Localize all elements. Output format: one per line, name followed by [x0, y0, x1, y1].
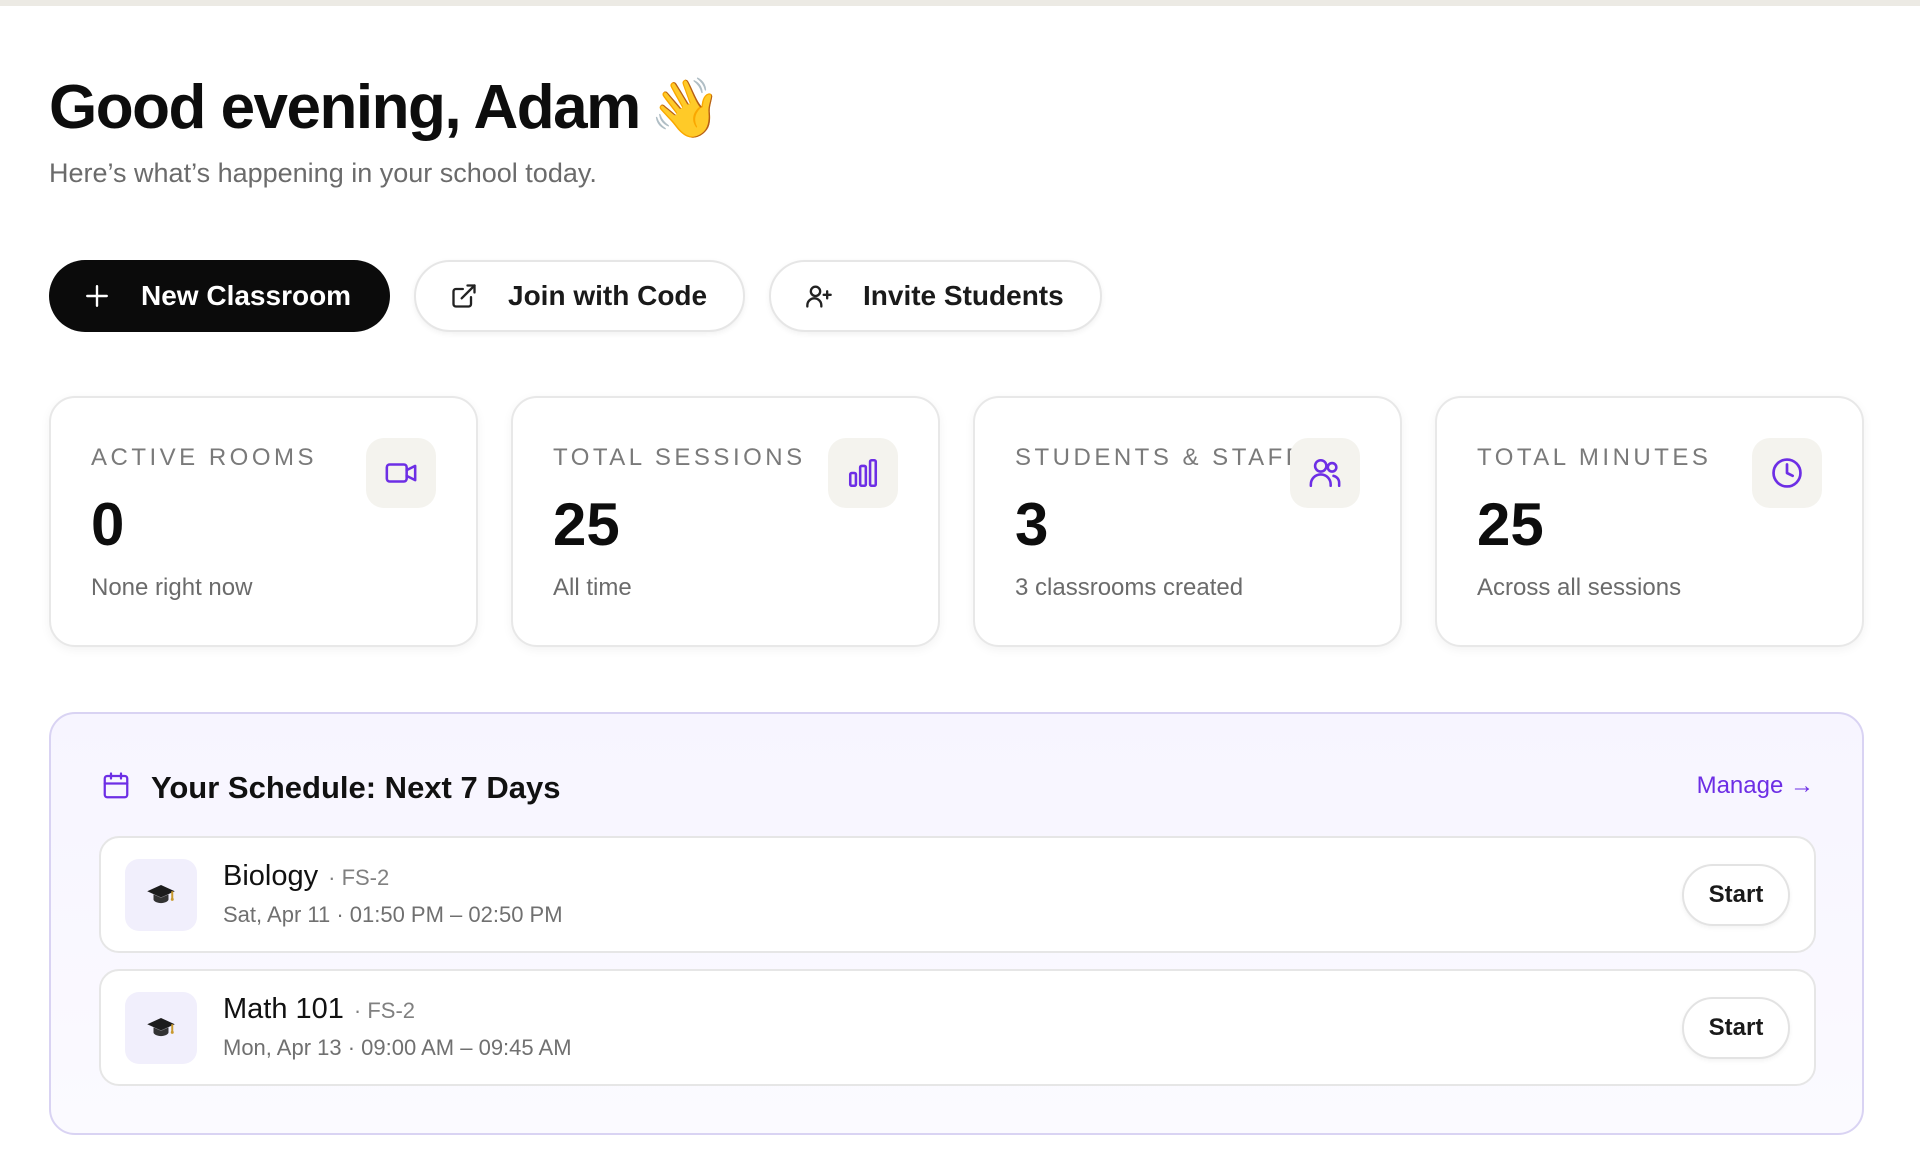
users-icon — [1290, 438, 1360, 508]
page-subtitle: Here’s what’s happening in your school t… — [49, 158, 597, 188]
quick-actions: New Classroom Join with Code Invite Stud… — [49, 260, 1102, 332]
stat-value: 25 — [553, 491, 620, 558]
page-title: Good evening, Adam — [49, 73, 641, 142]
class-name: Biology · FS-2 — [223, 860, 390, 892]
schedule-header: Your Schedule: Next 7 Days — [101, 770, 560, 806]
manage-link[interactable]: Manage → — [1697, 772, 1814, 800]
schedule-title: Your Schedule: Next 7 Days — [151, 770, 561, 805]
stat-label: TOTAL SESSIONS — [553, 444, 806, 471]
join-with-code-button[interactable]: Join with Code — [414, 260, 745, 332]
stat-value: 25 — [1477, 491, 1544, 558]
stat-note: Across all sessions — [1477, 574, 1682, 601]
graduation-cap-icon — [125, 859, 197, 931]
stat-card-active-rooms: ACTIVE ROOMS 0 None right now — [49, 396, 478, 647]
schedule-item: Biology · FS-2 Sat, Apr 11 · 01:50 PM – 0… — [99, 836, 1816, 953]
calendar-icon — [101, 771, 131, 806]
top-border — [0, 0, 1920, 6]
waving-hand-icon: 👋 — [649, 73, 722, 142]
greeting: Good evening, Adam 👋 — [49, 72, 722, 143]
stat-card-students-staff: STUDENTS & STAFF 3 3 classrooms created — [973, 396, 1402, 647]
stat-value: 0 — [91, 491, 125, 558]
stat-card-total-minutes: TOTAL MINUTES 25 Across all sessions — [1435, 396, 1864, 647]
stat-label: TOTAL MINUTES — [1477, 444, 1712, 471]
bar-chart-icon — [828, 438, 898, 508]
schedule-item: Math 101 · FS-2 Mon, Apr 13 · 09:00 AM – … — [99, 969, 1816, 1086]
schedule-panel: Your Schedule: Next 7 Days Manage → Biol… — [49, 712, 1864, 1135]
plus-icon — [83, 282, 111, 310]
stat-label: ACTIVE ROOMS — [91, 444, 318, 471]
new-classroom-button[interactable]: New Classroom — [49, 260, 390, 332]
class-time: Mon, Apr 13 · 09:00 AM – 09:45 AM — [223, 1035, 572, 1060]
stat-value: 3 — [1015, 491, 1049, 558]
start-button[interactable]: Start — [1682, 997, 1790, 1059]
stat-card-total-sessions: TOTAL SESSIONS 25 All time — [511, 396, 940, 647]
video-icon — [366, 438, 436, 508]
new-classroom-label: New Classroom — [141, 280, 352, 311]
stat-label: STUDENTS & STAFF — [1015, 444, 1304, 471]
class-time: Sat, Apr 11 · 01:50 PM – 02:50 PM — [223, 902, 563, 927]
class-name: Math 101 · FS-2 — [223, 993, 416, 1025]
user-plus-icon — [805, 282, 833, 310]
external-link-icon — [450, 282, 478, 310]
stat-note: None right now — [91, 574, 253, 601]
class-code: · FS-2 — [353, 998, 416, 1023]
start-button[interactable]: Start — [1682, 864, 1790, 926]
invite-students-button[interactable]: Invite Students — [769, 260, 1102, 332]
class-code: · FS-2 — [328, 865, 390, 890]
clock-icon — [1752, 438, 1822, 508]
stats-row: ACTIVE ROOMS 0 None right now TOTAL SESS… — [49, 396, 1864, 647]
stat-note: All time — [553, 574, 632, 601]
join-with-code-label: Join with Code — [508, 280, 708, 311]
stat-note: 3 classrooms created — [1015, 574, 1244, 601]
invite-students-label: Invite Students — [863, 280, 1064, 311]
graduation-cap-icon — [125, 992, 197, 1064]
